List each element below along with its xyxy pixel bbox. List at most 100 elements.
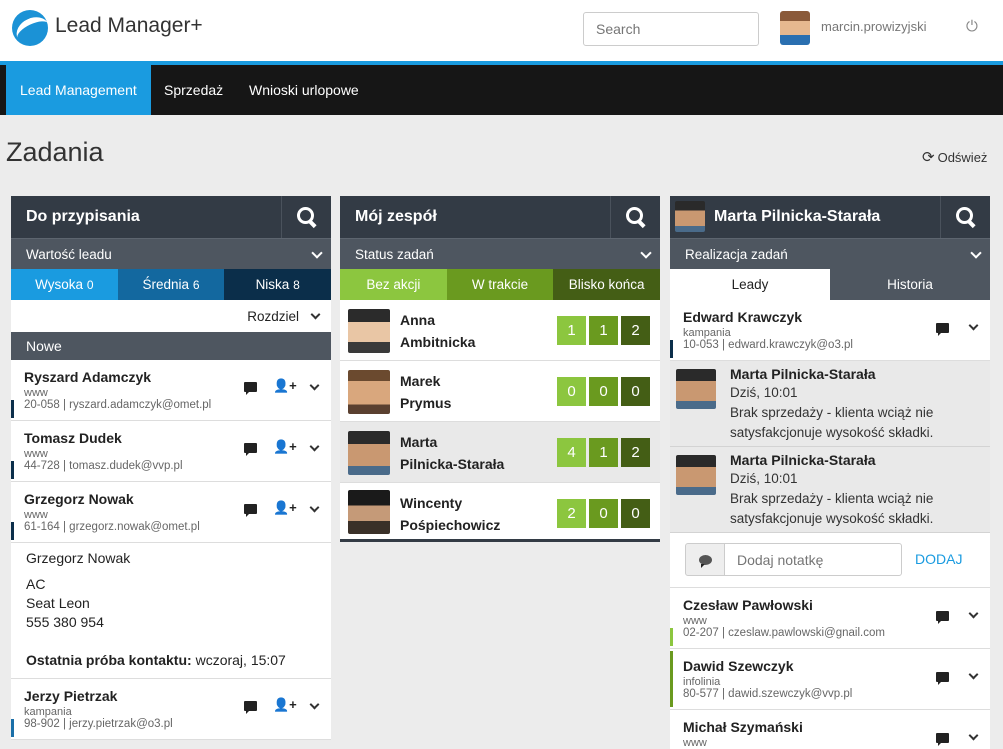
nav-item-lead-management[interactable]: Lead Management (6, 65, 151, 115)
comment-icon[interactable] (936, 323, 949, 336)
chevron-down-icon[interactable] (968, 608, 979, 619)
filter-label: Wartość leadu (26, 247, 112, 262)
team-member-row[interactable]: Anna Ambitnicka 1 1 2 (340, 300, 660, 361)
count-in-progress[interactable]: 1 (589, 438, 618, 467)
comment-icon[interactable] (244, 504, 257, 517)
list-item[interactable]: Michał Szymański www (670, 710, 990, 749)
team-member-row[interactable]: Wincenty Pośpiechowicz 2 0 0 (340, 483, 660, 542)
add-user-icon[interactable]: 👤+ (273, 697, 297, 713)
comment-icon (699, 555, 712, 568)
count-near-end[interactable]: 0 (621, 499, 650, 528)
count-no-action[interactable]: 1 (557, 316, 586, 345)
lead-type: www (683, 737, 707, 749)
count-no-action[interactable]: 0 (557, 377, 586, 406)
add-user-icon[interactable]: 👤+ (273, 378, 297, 394)
list-item[interactable]: Grzegorz Nowak www 61-164 | grzegorz.now… (11, 482, 331, 543)
chevron-down-icon (970, 247, 982, 259)
team-member-row[interactable]: Marta Pilnicka-Starała 4 1 2 (340, 422, 660, 483)
lead-type: kampania (683, 327, 731, 339)
nav-item-sprzedaz[interactable]: Sprzedaż (150, 65, 237, 115)
chevron-down-icon[interactable] (968, 669, 979, 680)
count-in-progress[interactable]: 1 (589, 316, 618, 345)
count-in-progress[interactable]: 0 (589, 377, 618, 406)
filter-dropdown[interactable]: Wartość leadu (11, 238, 331, 269)
app-logo-icon[interactable] (12, 10, 48, 46)
details-line: AC (26, 576, 46, 592)
count-near-end[interactable]: 0 (621, 377, 650, 406)
search-button[interactable] (281, 196, 331, 238)
add-note-button[interactable]: DODAJ (915, 551, 962, 567)
filter-label: Realizacja zadań (685, 247, 788, 262)
lead-type: infolinia (683, 676, 721, 688)
tab-label: Niska (255, 277, 290, 292)
lead-contact: 20-058 | ryszard.adamczyk@omet.pl (24, 399, 212, 411)
lead-contact: 44-728 | tomasz.dudek@vvp.pl (24, 460, 183, 472)
nav-item-wnioski-urlopowe[interactable]: Wnioski urlopowe (235, 65, 373, 115)
chevron-down-icon[interactable] (309, 699, 320, 710)
refresh-button[interactable]: ⟳ Odśwież (922, 148, 987, 166)
count-near-end[interactable]: 2 (621, 316, 650, 345)
column-unassigned: Do przypisania Wartość leadu Wysoka 0 Śr… (11, 196, 332, 749)
chevron-down-icon[interactable] (309, 441, 320, 452)
chevron-down-icon[interactable] (309, 380, 320, 391)
lead-type: www (24, 448, 48, 460)
list-item[interactable]: Edward Krawczyk kampania 10-053 | edward… (670, 300, 990, 361)
chevron-down-icon[interactable] (968, 730, 979, 741)
member-last-name: Pilnicka-Starała (400, 456, 505, 472)
comment-icon[interactable] (936, 733, 949, 746)
details-line: Seat Leon (26, 595, 90, 611)
tab-bez-akcji[interactable]: Bez akcji (340, 269, 447, 300)
team-member-row[interactable]: Marek Prymus 0 0 0 (340, 361, 660, 422)
list-item[interactable]: Jerzy Pietrzak kampania 98-902 | jerzy.p… (11, 679, 331, 740)
list-item[interactable]: Dawid Szewczyk infolinia 80-577 | dawid.… (670, 649, 990, 710)
count-near-end[interactable]: 2 (621, 438, 650, 467)
tab-leady[interactable]: Leady (670, 269, 830, 300)
section-header: Nowe (11, 332, 331, 360)
filter-dropdown[interactable]: Realizacja zadań (670, 238, 990, 269)
tab-srednia[interactable]: Średnia 6 (117, 269, 225, 300)
count-no-action[interactable]: 4 (557, 438, 586, 467)
avatar (348, 370, 390, 414)
chevron-down-icon[interactable] (968, 320, 979, 331)
list-item[interactable]: Ryszard Adamczyk www 20-058 | ryszard.ad… (11, 360, 331, 421)
search-input[interactable] (583, 12, 759, 46)
lead-type: www (683, 615, 707, 627)
add-user-icon[interactable]: 👤+ (273, 500, 297, 516)
comment-icon[interactable] (936, 672, 949, 685)
tab-w-trakcie[interactable]: W trakcie (446, 269, 554, 300)
note-icon-box (685, 543, 725, 576)
comment-icon[interactable] (244, 701, 257, 714)
username[interactable]: marcin.prowizyjski (821, 19, 926, 34)
chevron-down-icon[interactable] (310, 309, 321, 320)
app-title[interactable]: Lead Manager+ (55, 14, 203, 38)
count-in-progress[interactable]: 0 (589, 499, 618, 528)
chevron-down-icon[interactable] (309, 502, 320, 513)
note-input[interactable] (724, 543, 902, 576)
add-user-icon[interactable]: 👤+ (273, 439, 297, 455)
comment-icon[interactable] (244, 382, 257, 395)
tab-label: Średnia (142, 277, 190, 292)
search-button[interactable] (940, 196, 990, 238)
details-phone: 555 380 954 (26, 614, 104, 630)
avatar (676, 455, 716, 495)
comment-icon[interactable] (936, 611, 949, 624)
power-icon[interactable]: ⏻ (966, 18, 978, 35)
lead-type: www (24, 509, 48, 521)
comment-icon[interactable] (244, 443, 257, 456)
list-item[interactable]: Czesław Pawłowski www 02-207 | czeslaw.p… (670, 588, 990, 649)
tab-niska[interactable]: Niska 8 (224, 269, 332, 300)
list-item[interactable]: Tomasz Dudek www 44-728 | tomasz.dudek@v… (11, 421, 331, 482)
count-no-action[interactable]: 2 (557, 499, 586, 528)
search-button[interactable] (610, 196, 660, 238)
status-tabs: Bez akcji W trakcie Blisko końca (340, 269, 661, 300)
tab-wysoka[interactable]: Wysoka 0 (11, 269, 118, 300)
assign-dropdown[interactable]: Rozdziel (247, 309, 299, 324)
column-header: Do przypisania (11, 196, 331, 238)
user-avatar[interactable] (780, 11, 810, 45)
filter-dropdown[interactable]: Status zadań (340, 238, 660, 269)
tab-blisko-konca[interactable]: Blisko końca (553, 269, 661, 300)
tab-historia[interactable]: Historia (830, 269, 990, 300)
lead-name: Grzegorz Nowak (24, 491, 134, 507)
last-contact: Ostatnia próba kontaktu: wczoraj, 15:07 (26, 652, 286, 668)
avatar (676, 369, 716, 409)
